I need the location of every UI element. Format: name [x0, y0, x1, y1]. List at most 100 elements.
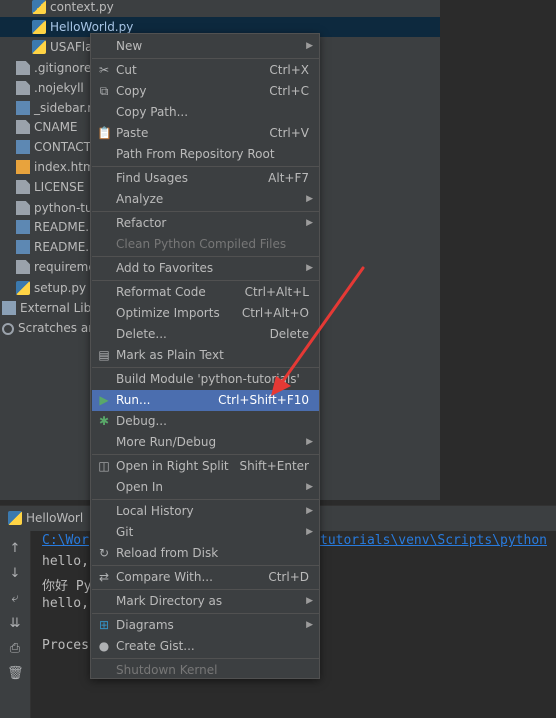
markdown-file-icon — [16, 140, 30, 154]
menu-item-label: Mark Directory as — [116, 594, 223, 608]
tree-item[interactable]: index.html — [16, 157, 98, 177]
menu-separator — [92, 565, 319, 566]
menu-item-diagrams[interactable]: ⊞ Diagrams ▶ — [92, 615, 319, 636]
interpreter-path-link[interactable]: tutorials\venv\Scripts\python — [320, 533, 547, 548]
tree-item[interactable]: CONTACT. — [16, 137, 93, 157]
menu-item-label: Delete... — [116, 327, 167, 341]
menu-item-label: Diagrams — [116, 618, 174, 632]
tree-item-label: python-tut — [34, 201, 98, 215]
menu-item-local-history[interactable]: Local History ▶ — [92, 501, 319, 522]
menu-item-path-from-repository-root[interactable]: Path From Repository Root — [92, 144, 319, 165]
menu-item-reload-from-disk[interactable]: ↻ Reload from Disk — [92, 543, 319, 564]
copy-icon: ⧉ — [99, 84, 109, 98]
tree-item[interactable]: .gitignore — [16, 58, 91, 78]
library-icon — [2, 301, 16, 315]
menu-item-label: Reload from Disk — [116, 546, 219, 560]
console-line: Proces — [42, 638, 89, 653]
submenu-arrow-icon: ▶ — [306, 620, 313, 630]
tree-item[interactable]: README.m — [16, 217, 101, 237]
scroll-down-icon[interactable]: ↓ — [7, 566, 23, 582]
context-menu: New ▶ ✂ Cut Ctrl+X ⧉ Copy Ctrl+C Copy Path... 📋 Pa… — [90, 33, 320, 679]
console-line[interactable]: C:\Wor — [42, 533, 89, 548]
menu-item-label: Copy Path... — [116, 105, 189, 119]
debug-icon: ✱ — [98, 414, 110, 428]
tree-item[interactable]: python-tut — [16, 198, 97, 218]
menu-item-label: Shutdown Kernel — [116, 663, 218, 677]
text-file-icon — [16, 201, 30, 215]
split-icon: ◫ — [98, 459, 110, 473]
menu-item-reformat-code[interactable]: Reformat Code Ctrl+Alt+L — [92, 282, 319, 303]
tree-item[interactable]: context.py — [32, 0, 114, 17]
tree-item-label: .nojekyll — [34, 81, 84, 95]
text-file-icon — [16, 61, 30, 75]
menu-item-label: Path From Repository Root — [116, 147, 275, 161]
menu-item-analyze[interactable]: Analyze ▶ — [92, 189, 319, 210]
menu-item-build-module-python-tutorials[interactable]: Build Module 'python-tutorials' — [92, 369, 319, 390]
submenu-arrow-icon: ▶ — [306, 596, 313, 606]
plain-text-icon: ▤ — [98, 348, 110, 362]
menu-item-run[interactable]: ▶ Run... Ctrl+Shift+F10 — [92, 390, 319, 411]
clear-icon[interactable]: 🗑 — [7, 666, 24, 682]
menu-item-shortcut: Shift+Enter — [239, 459, 309, 473]
menu-item-find-usages[interactable]: Find Usages Alt+F7 — [92, 168, 319, 189]
menu-item-compare-with[interactable]: ⇄ Compare With... Ctrl+D — [92, 567, 319, 588]
menu-item-mark-directory-as[interactable]: Mark Directory as ▶ — [92, 591, 319, 612]
run-tab-label: HelloWorl — [26, 511, 84, 525]
tree-item[interactable]: _sidebar.m — [16, 98, 99, 118]
scroll-to-end-icon[interactable]: ⇊ — [7, 616, 23, 632]
scratches-icon — [2, 323, 14, 335]
menu-separator — [92, 256, 319, 257]
menu-item-copy-path[interactable]: Copy Path... — [92, 102, 319, 123]
menu-separator — [92, 499, 319, 500]
menu-item-more-run-debug[interactable]: More Run/Debug ▶ — [92, 432, 319, 453]
tree-item[interactable]: LICENSE — [16, 177, 84, 197]
menu-item-label: Reformat Code — [116, 285, 206, 299]
tree-item[interactable]: setup.py — [16, 278, 86, 298]
submenu-arrow-icon: ▶ — [306, 194, 313, 204]
menu-separator — [92, 658, 319, 659]
menu-item-create-gist[interactable]: ● Create Gist... — [92, 636, 319, 657]
console-line: 你好 Py — [42, 579, 92, 594]
run-tab[interactable]: HelloWorl — [0, 505, 83, 531]
menu-item-shortcut: Ctrl+Shift+F10 — [218, 393, 309, 407]
menu-item-label: New — [116, 39, 143, 53]
tree-item[interactable]: Scratches and — [2, 318, 103, 338]
reload-icon: ↻ — [98, 546, 110, 560]
menu-item-debug[interactable]: ✱ Debug... — [92, 411, 319, 432]
submenu-arrow-icon: ▶ — [306, 263, 313, 273]
menu-item-label: Run... — [116, 393, 151, 407]
tree-item[interactable]: CNAME — [16, 117, 78, 137]
console-line: hello, — [42, 554, 89, 569]
menu-item-new[interactable]: New ▶ — [92, 36, 319, 57]
menu-item-open-in[interactable]: Open In ▶ — [92, 477, 319, 498]
menu-item-label: Copy — [116, 84, 147, 98]
python-file-icon — [32, 20, 46, 34]
python-file-icon — [16, 281, 30, 295]
soft-wrap-icon[interactable]: ⤶ — [7, 591, 23, 607]
menu-item-label: Optimize Imports — [116, 306, 220, 320]
menu-item-mark-as-plain-text[interactable]: ▤ Mark as Plain Text — [92, 345, 319, 366]
print-icon[interactable]: ⎙ — [7, 641, 23, 657]
menu-item-refactor[interactable]: Refactor ▶ — [92, 213, 319, 234]
menu-item-optimize-imports[interactable]: Optimize Imports Ctrl+Alt+O — [92, 303, 319, 324]
menu-item-shortcut: Ctrl+X — [269, 63, 309, 77]
menu-item-copy[interactable]: ⧉ Copy Ctrl+C — [92, 81, 319, 102]
menu-separator — [92, 280, 319, 281]
menu-item-label: Paste — [116, 126, 149, 140]
menu-item-open-in-right-split[interactable]: ◫ Open in Right Split Shift+Enter — [92, 456, 319, 477]
menu-separator — [92, 589, 319, 590]
tree-item[interactable]: README.rs — [16, 237, 100, 257]
tree-item[interactable]: .nojekyll — [16, 78, 84, 98]
text-file-icon — [16, 260, 30, 274]
menu-item-add-to-favorites[interactable]: Add to Favorites ▶ — [92, 258, 319, 279]
menu-item-paste[interactable]: 📋 Paste Ctrl+V — [92, 123, 319, 144]
menu-item-delete[interactable]: Delete... Delete — [92, 324, 319, 345]
console-line: hello, — [42, 596, 89, 611]
menu-item-git[interactable]: Git ▶ — [92, 522, 319, 543]
menu-item-cut[interactable]: ✂ Cut Ctrl+X — [92, 60, 319, 81]
scroll-up-icon[interactable]: ↑ — [7, 541, 23, 557]
python-file-icon — [32, 40, 46, 54]
submenu-arrow-icon: ▶ — [306, 482, 313, 492]
menu-item-label: Mark as Plain Text — [116, 348, 224, 362]
menu-separator — [92, 613, 319, 614]
